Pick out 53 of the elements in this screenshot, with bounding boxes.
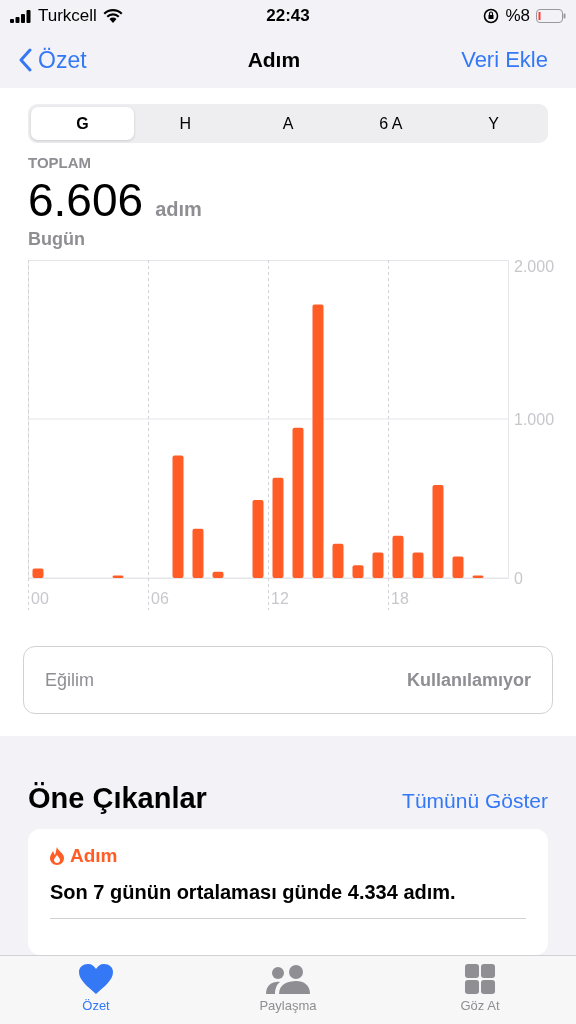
highlight-text: Son 7 günün ortalaması günde 4.334 adım. xyxy=(50,881,526,919)
period-segment[interactable]: G xyxy=(31,107,134,140)
signal-icon xyxy=(10,9,32,23)
step-bar xyxy=(452,556,464,578)
show-all-link[interactable]: Tümünü Göster xyxy=(402,789,548,813)
period-segment[interactable]: A xyxy=(236,107,340,140)
back-link[interactable]: Özet xyxy=(18,46,87,74)
step-bar xyxy=(392,535,404,578)
wifi-icon xyxy=(102,9,123,23)
total-value: 6.606 xyxy=(28,173,144,227)
step-bar xyxy=(212,571,224,578)
period-segment[interactable]: H xyxy=(133,107,237,140)
step-bar xyxy=(412,552,424,578)
step-bar xyxy=(112,575,124,578)
battery-icon xyxy=(536,9,566,23)
period-label: Bugün xyxy=(28,229,86,250)
page-title: Adım xyxy=(247,48,301,72)
clock: 22:43 xyxy=(266,6,310,26)
step-bar xyxy=(32,568,44,578)
step-bar xyxy=(332,543,344,578)
step-bar xyxy=(472,575,484,578)
flame-icon xyxy=(50,847,64,865)
rotation-lock-icon xyxy=(483,8,500,24)
people-icon xyxy=(266,964,310,994)
period-segment[interactable]: Y xyxy=(442,107,545,140)
trend-value: Kullanılamıyor xyxy=(406,669,531,691)
y-tick-label: 0 xyxy=(514,570,523,587)
y-tick-label: 2.000 xyxy=(514,260,555,275)
tab-bar-item[interactable]: Paylaşma xyxy=(192,956,384,1024)
chevron-left-icon xyxy=(18,48,32,72)
tab-bar-item[interactable]: Özet xyxy=(0,956,192,1024)
tab-bar-item[interactable]: Göz At xyxy=(384,956,576,1024)
x-tick-label: 18 xyxy=(391,590,409,607)
add-data-link[interactable]: Veri Ekle xyxy=(461,47,548,73)
highlight-card[interactable]: Adım Son 7 günün ortalaması günde 4.334 adım. xyxy=(28,829,548,955)
step-bar xyxy=(372,552,384,578)
section-title: Öne Çıkanlar xyxy=(28,782,207,815)
total-label: TOPLAM xyxy=(28,154,93,171)
step-bar xyxy=(352,565,364,578)
unit-label: adım xyxy=(155,198,202,221)
trend-row[interactable]: Eğilim Kullanılamıyor xyxy=(23,646,553,714)
battery-percent: %8 xyxy=(505,6,530,26)
x-tick-label: 06 xyxy=(151,590,169,607)
highlight-category: Adım xyxy=(70,845,118,867)
x-tick-label: 00 xyxy=(31,590,49,607)
grid-icon xyxy=(465,964,495,994)
carrier-name: Turkcell xyxy=(38,6,97,26)
x-tick-label: 12 xyxy=(271,590,289,607)
trend-label: Eğilim xyxy=(45,669,94,691)
step-bar xyxy=(192,528,204,578)
y-tick-label: 1.000 xyxy=(514,411,555,428)
period-segment[interactable]: 6 A xyxy=(339,107,443,140)
heart-icon xyxy=(79,964,113,994)
